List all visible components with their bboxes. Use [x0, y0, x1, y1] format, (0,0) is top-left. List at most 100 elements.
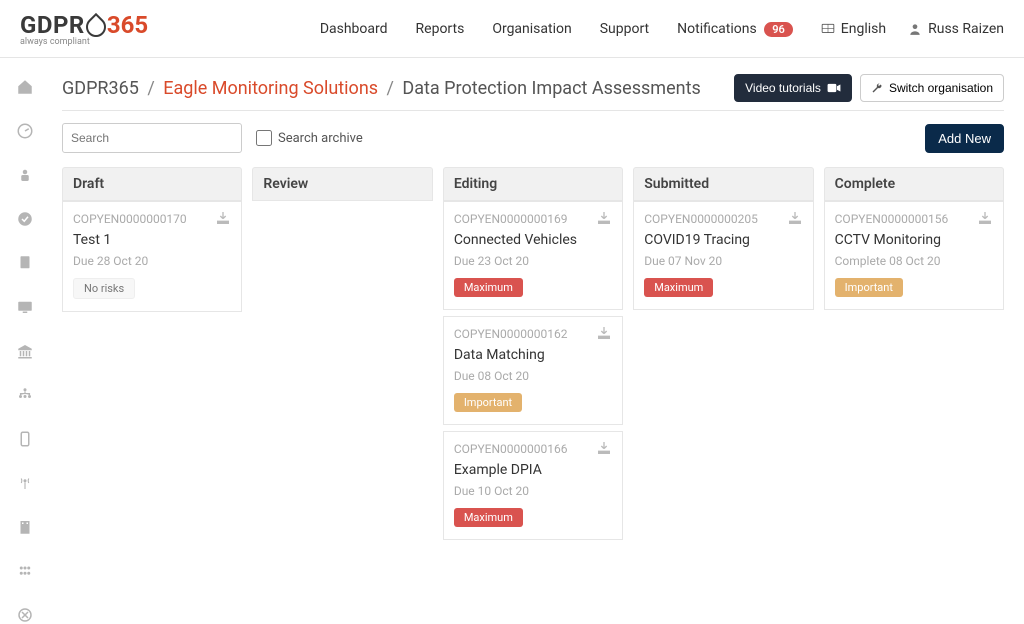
card-due: Complete 08 Oct 20 — [835, 254, 993, 268]
download-icon[interactable] — [596, 210, 612, 226]
risk-badge: Important — [454, 393, 522, 412]
user-menu[interactable]: Russ Raizen — [908, 21, 1004, 37]
download-button[interactable] — [596, 210, 612, 226]
dpia-card[interactable]: COPYEN0000000162 Data Matching Due 08 Oct … — [443, 316, 623, 425]
breadcrumb-page: Data Protection Impact Assessments — [402, 78, 700, 99]
nav-notifications[interactable]: Notifications 96 — [677, 21, 793, 37]
breadcrumb-sep: / — [147, 78, 154, 99]
search-input[interactable] — [62, 123, 242, 153]
card-ref: COPYEN0000000170 — [73, 212, 231, 226]
nav-reports[interactable]: Reports — [416, 21, 465, 37]
column-submitted: Submitted COPYEN0000000205COVID19 Tracin… — [633, 167, 813, 310]
card-due: Due 07 Nov 20 — [644, 254, 802, 268]
column-draft: Draft COPYEN0000000170 Test 1 Due 28 Oct 2… — [62, 167, 242, 312]
dashboard-icon[interactable] — [16, 122, 34, 140]
column-complete: Complete COPYEN0000000156 CCTV Monitoring… — [824, 167, 1004, 310]
check-circle-icon[interactable] — [16, 210, 34, 228]
card-due: Due 28 Oct 20 — [73, 254, 231, 268]
user-name: Russ Raizen — [928, 21, 1004, 37]
download-button[interactable] — [977, 210, 993, 226]
column-review: Review — [252, 167, 432, 201]
card-title: CCTV Monitoring — [835, 232, 993, 248]
card-due: Due 08 Oct 20 — [454, 369, 612, 383]
risk-badge: Important — [835, 278, 903, 297]
nav-support[interactable]: Support — [600, 21, 649, 37]
card-title: Test 1 — [73, 232, 231, 248]
download-icon[interactable] — [596, 440, 612, 456]
card-ref: COPYEN0000000162 — [454, 327, 612, 341]
download-button[interactable] — [596, 440, 612, 456]
wrench-icon — [871, 82, 883, 94]
card-due: Due 23 Oct 20 — [454, 254, 612, 268]
kanban-board: Draft COPYEN0000000170 Test 1 Due 28 Oct 2… — [62, 167, 1004, 540]
home-icon[interactable] — [16, 78, 34, 96]
user-icon — [908, 22, 922, 36]
download-icon[interactable] — [215, 210, 231, 226]
video-tutorials-button[interactable]: Video tutorials — [734, 74, 852, 102]
archive-checkbox-input[interactable] — [256, 130, 272, 146]
language-label: English — [841, 21, 886, 37]
bank-icon[interactable] — [16, 342, 34, 360]
dpia-card[interactable]: COPYEN0000000166 Example DPIA Due 10 Oct 2… — [443, 431, 623, 540]
language-switcher[interactable]: English — [821, 21, 886, 37]
column-header: Submitted — [633, 167, 813, 201]
switch-organisation-label: Switch organisation — [889, 81, 993, 95]
column-header: Complete — [824, 167, 1004, 201]
download-button[interactable] — [787, 210, 803, 226]
dpia-card[interactable]: COPYEN0000000170 Test 1 Due 28 Oct 20 No ri… — [62, 201, 242, 312]
logo-num: 365 — [107, 11, 148, 39]
column-editing: Editing COPYEN0000000169Connected Vehicl… — [443, 167, 623, 540]
download-button[interactable] — [596, 325, 612, 341]
archive-checkbox-label: Search archive — [278, 131, 363, 146]
document-icon[interactable] — [16, 254, 34, 272]
video-icon — [827, 83, 841, 93]
monitor-icon[interactable] — [16, 298, 34, 316]
risk-badge: No risks — [73, 278, 135, 299]
tools-icon[interactable] — [16, 606, 34, 624]
nav-dashboard[interactable]: Dashboard — [320, 21, 388, 37]
download-button[interactable] — [215, 210, 231, 226]
switch-organisation-button[interactable]: Switch organisation — [860, 74, 1004, 102]
nav-organisation[interactable]: Organisation — [492, 21, 571, 37]
card-ref: COPYEN0000000166 — [454, 442, 612, 456]
add-new-button[interactable]: Add New — [925, 124, 1004, 153]
logo[interactable]: GDPR 365 always compliant — [20, 11, 148, 47]
logo-text: GDPR — [20, 11, 85, 39]
search-archive-checkbox[interactable]: Search archive — [256, 130, 363, 146]
download-icon[interactable] — [596, 325, 612, 341]
card-ref: COPYEN0000000156 — [835, 212, 993, 226]
card-title: Connected Vehicles — [454, 232, 612, 248]
card-title: Example DPIA — [454, 462, 612, 478]
people-icon[interactable] — [16, 562, 34, 580]
column-header: Draft — [62, 167, 242, 201]
risk-badge: Maximum — [454, 508, 523, 527]
card-title: COVID19 Tracing — [644, 232, 802, 248]
globe-icon — [821, 22, 835, 36]
breadcrumb-sep: / — [387, 78, 394, 99]
risk-badge: Maximum — [454, 278, 523, 297]
notifications-badge: 96 — [764, 22, 793, 37]
card-title: Data Matching — [454, 347, 612, 363]
org-chart-icon[interactable] — [16, 386, 34, 404]
nav-notifications-label: Notifications — [677, 21, 757, 37]
person-icon[interactable] — [16, 166, 34, 184]
breadcrumb: GDPR365 / Eagle Monitoring Solutions / D… — [62, 78, 701, 99]
logo-tagline: always compliant — [20, 37, 148, 47]
breadcrumb-org[interactable]: Eagle Monitoring Solutions — [163, 78, 378, 99]
sidebar — [0, 58, 50, 624]
download-icon[interactable] — [787, 210, 803, 226]
column-header: Review — [252, 167, 432, 201]
risk-badge: Maximum — [644, 278, 713, 297]
breadcrumb-root[interactable]: GDPR365 — [62, 78, 139, 99]
topbar: GDPR 365 always compliant Dashboard Repo… — [0, 0, 1024, 58]
dpia-card[interactable]: COPYEN0000000156 CCTV Monitoring Complete … — [824, 201, 1004, 310]
dpia-card[interactable]: COPYEN0000000205COVID19 TracingDue 07 No… — [633, 201, 813, 310]
card-due: Due 10 Oct 20 — [454, 484, 612, 498]
download-icon[interactable] — [977, 210, 993, 226]
building-icon[interactable] — [16, 518, 34, 536]
card-ref: COPYEN0000000169 — [454, 212, 612, 226]
broadcast-icon[interactable] — [16, 474, 34, 492]
mobile-icon[interactable] — [16, 430, 34, 448]
dpia-card[interactable]: COPYEN0000000169 Connected Vehicles Due 23… — [443, 201, 623, 310]
top-nav: Dashboard Reports Organisation Support N… — [320, 21, 1004, 37]
